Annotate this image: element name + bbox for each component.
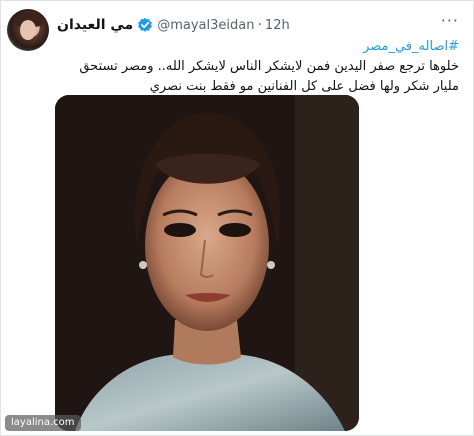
separator-dot: · bbox=[257, 17, 262, 33]
watermark-badge: layalina.com bbox=[5, 415, 81, 431]
avatar[interactable] bbox=[7, 9, 49, 51]
tweet-card[interactable]: مي العيدان @mayal3eidan · 12h ··· #اصاله… bbox=[0, 0, 474, 436]
avatar-face bbox=[20, 20, 36, 40]
author-handle[interactable]: @mayal3eidan bbox=[157, 18, 254, 33]
hashtag-link[interactable]: #اصاله_في_مصر bbox=[51, 37, 459, 57]
tweet-media-image[interactable] bbox=[55, 95, 359, 431]
more-options-icon[interactable]: ··· bbox=[441, 11, 459, 30]
tweet-header: مي العيدان @mayal3eidan · 12h bbox=[57, 15, 290, 35]
tweet-timestamp[interactable]: 12h bbox=[265, 18, 290, 33]
verified-badge-icon bbox=[137, 17, 153, 33]
tweet-body: #اصاله_في_مصر خلوها ترجع صفر اليدين فمن … bbox=[51, 37, 459, 97]
tweet-text: خلوها ترجع صفر اليدين فمن لايشكر الناس ل… bbox=[79, 59, 459, 94]
portrait-illustration bbox=[55, 95, 359, 431]
watermark-text: layalina.com bbox=[11, 417, 75, 428]
author-name[interactable]: مي العيدان bbox=[57, 17, 133, 33]
